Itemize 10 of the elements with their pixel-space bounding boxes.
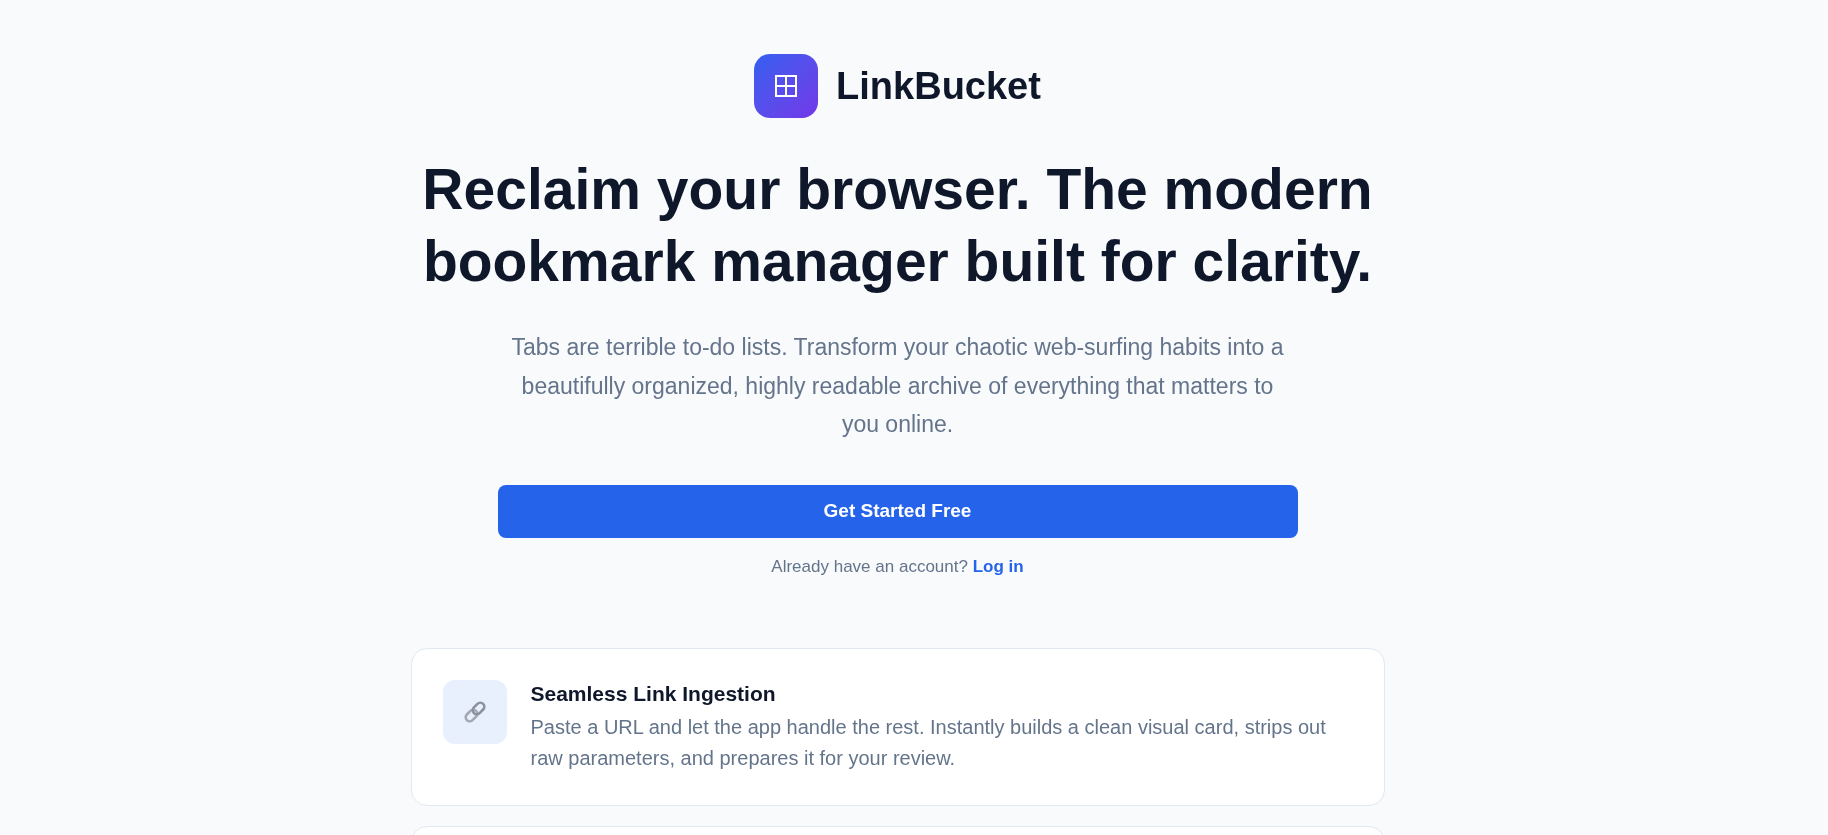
- brand-name: LinkBucket: [836, 64, 1041, 108]
- feature-description: Paste a URL and let the app handle the rest. Instantly builds a clean visual card, strips out raw parameters, and prepares it for your review.: [530, 714, 1327, 771]
- chain-link-icon: [461, 698, 488, 725]
- get-started-button[interactable]: Get Started Free: [497, 484, 1298, 538]
- feature-title: Seamless Link Ingestion: [530, 680, 777, 707]
- login-prompt: Already have an account? Log in: [771, 555, 1024, 578]
- login-link[interactable]: Log in: [972, 556, 1024, 576]
- hero-subtitle: Tabs are terrible to-do lists. Transform your chaotic web-surfing habits into a beautifully organized, highly readable archive of everything that matters to you online.: [510, 333, 1285, 439]
- hero-headline: Reclaim your browser. The modern bookmark manager built for clarity.: [421, 156, 1374, 295]
- grid-icon: [775, 75, 798, 97]
